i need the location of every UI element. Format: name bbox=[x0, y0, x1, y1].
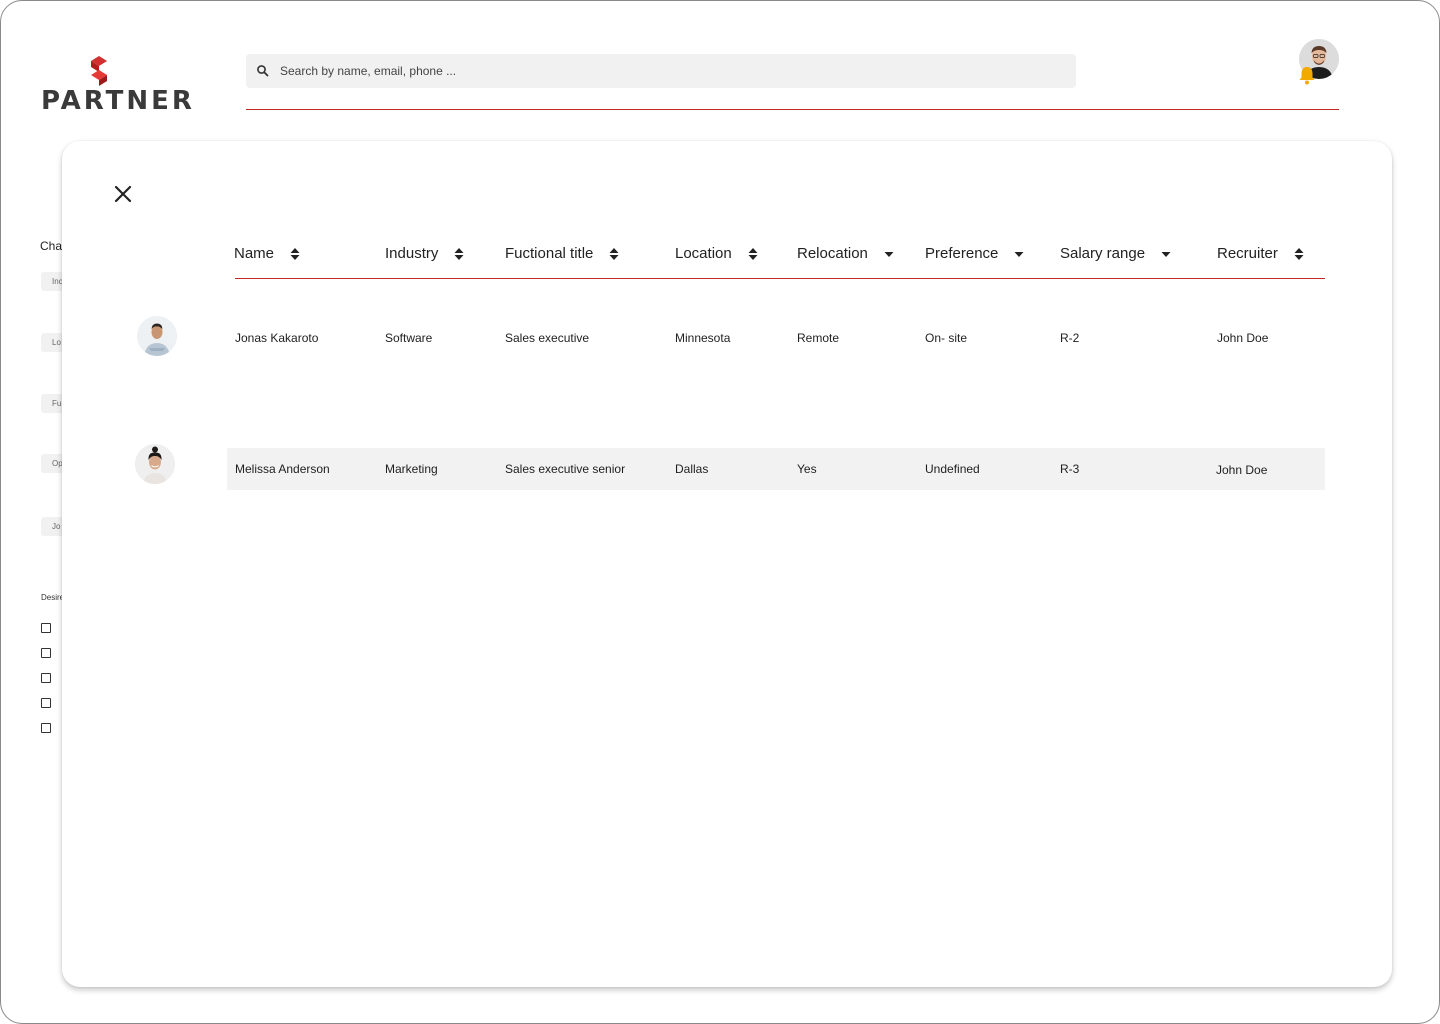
column-label: Fuctional title bbox=[505, 245, 594, 262]
filter-checkbox[interactable] bbox=[41, 698, 51, 708]
cell-name: Jonas Kakaroto bbox=[235, 331, 319, 345]
candidate-avatar[interactable] bbox=[135, 444, 175, 484]
cell-preference: Undefined bbox=[925, 462, 980, 476]
close-icon[interactable] bbox=[114, 185, 132, 203]
column-header-location[interactable]: Location bbox=[675, 245, 758, 262]
column-header-name[interactable]: Name bbox=[234, 245, 300, 262]
column-header-industry[interactable]: Industry bbox=[385, 245, 464, 262]
bell-icon[interactable] bbox=[1298, 65, 1316, 85]
filter-panel-title: Cha bbox=[40, 239, 63, 253]
cell-industry: Software bbox=[385, 331, 433, 345]
cell-location: Dallas bbox=[675, 462, 709, 476]
column-label: Salary range bbox=[1060, 245, 1146, 262]
sort-icon[interactable] bbox=[748, 247, 758, 261]
filter-checkbox[interactable] bbox=[41, 648, 51, 658]
filter-checkbox[interactable] bbox=[41, 623, 51, 633]
search-icon bbox=[257, 65, 269, 77]
cell-recruiter: John Doe bbox=[1216, 463, 1268, 477]
column-header-functional-title[interactable]: Fuctional title bbox=[505, 245, 619, 262]
logo-mark-icon bbox=[91, 56, 107, 86]
sort-down-icon[interactable] bbox=[1014, 247, 1024, 261]
candidates-modal: Name Industry Fuctional title Location R… bbox=[62, 141, 1392, 987]
cell-salary-range: R-3 bbox=[1060, 462, 1080, 476]
column-label: Relocation bbox=[797, 245, 868, 262]
table-header-divider bbox=[235, 278, 1325, 279]
column-header-recruiter[interactable]: Recruiter bbox=[1217, 245, 1304, 262]
sort-icon[interactable] bbox=[1294, 247, 1304, 261]
candidate-avatar[interactable] bbox=[137, 316, 177, 356]
cell-functional-title: Sales executive senior bbox=[505, 462, 626, 476]
sort-icon[interactable] bbox=[454, 247, 464, 261]
table-header: Name Industry Fuctional title Location R… bbox=[234, 239, 1325, 279]
cell-location: Minnesota bbox=[675, 331, 731, 345]
sort-down-icon[interactable] bbox=[1161, 247, 1171, 261]
cell-relocation: Remote bbox=[797, 331, 840, 345]
column-label: Preference bbox=[925, 245, 999, 262]
header-divider bbox=[246, 109, 1339, 110]
column-label: Name bbox=[234, 245, 275, 262]
column-header-preference[interactable]: Preference bbox=[925, 245, 1024, 262]
column-label: Location bbox=[675, 245, 732, 262]
column-label: Industry bbox=[385, 245, 439, 262]
brand-name: PARTNER bbox=[41, 86, 195, 116]
search-bar[interactable] bbox=[246, 54, 1076, 88]
cell-industry: Marketing bbox=[385, 462, 438, 476]
filter-checkbox[interactable] bbox=[41, 673, 51, 683]
cell-functional-title: Sales executive bbox=[505, 331, 590, 345]
cell-recruiter: John Doe bbox=[1217, 331, 1269, 345]
cell-preference: On- site bbox=[925, 331, 968, 345]
column-label: Recruiter bbox=[1217, 245, 1278, 262]
cell-name: Melissa Anderson bbox=[235, 462, 330, 476]
candidate-photo bbox=[135, 444, 175, 484]
table-row[interactable]: Jonas Kakaroto Software Sales executive … bbox=[227, 317, 1325, 359]
candidate-photo bbox=[137, 316, 177, 356]
search-input[interactable] bbox=[278, 63, 1042, 79]
cell-relocation: Yes bbox=[797, 462, 817, 476]
filter-checkbox[interactable] bbox=[41, 723, 51, 733]
sort-down-icon[interactable] bbox=[884, 247, 894, 261]
sort-icon[interactable] bbox=[290, 247, 300, 261]
column-header-salary-range[interactable]: Salary range bbox=[1060, 245, 1171, 262]
desired-label: Desire bbox=[41, 593, 65, 602]
cell-salary-range: R-2 bbox=[1060, 331, 1080, 345]
app-window: PARTNER Cha Inc Lo Fu Op Jo Desire bbox=[0, 0, 1440, 1024]
column-header-relocation[interactable]: Relocation bbox=[797, 245, 894, 262]
table-row[interactable]: Melissa Anderson Marketing Sales executi… bbox=[227, 448, 1325, 490]
sort-icon[interactable] bbox=[609, 247, 619, 261]
brand-logo[interactable]: PARTNER bbox=[41, 56, 192, 116]
